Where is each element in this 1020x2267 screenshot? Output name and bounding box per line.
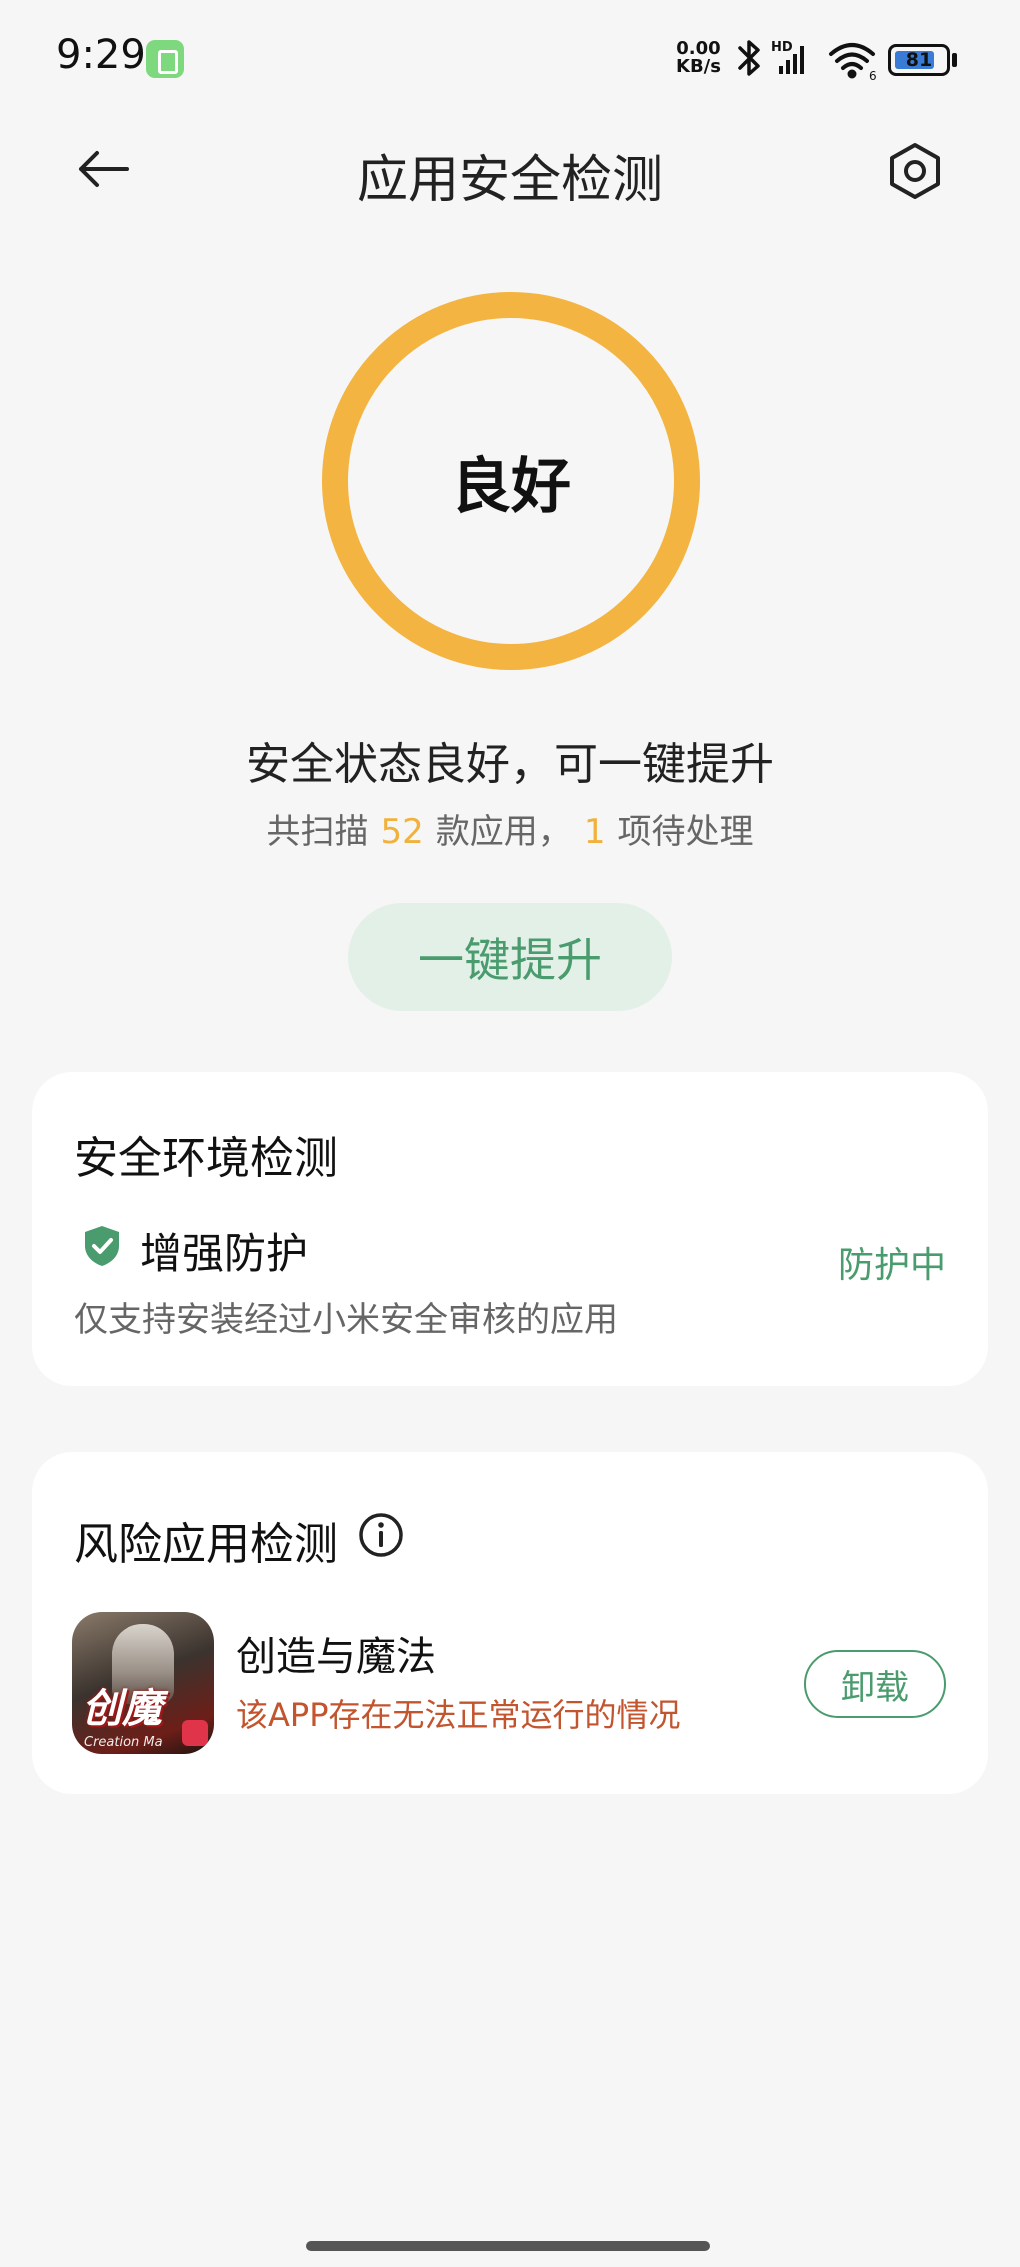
- app-icon-logo-text: 创魔: [82, 1686, 162, 1732]
- network-speed-unit: KB/s: [676, 56, 721, 77]
- network-speed: 0.00 KB/s: [676, 40, 721, 76]
- risk-app-name: 创造与魔法: [236, 1634, 436, 1680]
- security-score-ring: 良好: [322, 292, 700, 670]
- battery-level: 81: [905, 49, 933, 71]
- scan-summary: 共扫描 52 款应用， 1 项待处理: [0, 804, 1020, 853]
- scan-summary-prefix: 共扫描: [266, 812, 369, 852]
- risk-app-card: 风险应用检测 创魔 Creation Ma 创造与魔法 该APP存在无法正常运行…: [32, 1452, 988, 1794]
- pending-count: 1: [583, 812, 606, 852]
- security-environment-card: 安全环境检测 增强防护 仅支持安装经过小米安全审核的应用 防护中: [32, 1072, 988, 1386]
- status-icons: HD 6: [738, 40, 877, 82]
- one-click-upgrade-button[interactable]: 一键提升: [348, 903, 672, 1011]
- hd-signal-icon: HD: [771, 40, 804, 74]
- status-time: 9:29: [56, 32, 146, 78]
- page-title: 应用安全检测: [356, 151, 663, 210]
- battery-icon: 81: [888, 44, 950, 76]
- svg-text:HD: HD: [771, 40, 793, 55]
- protection-status[interactable]: 防护中: [838, 1236, 946, 1288]
- risk-app-warning: 该APP存在无法正常运行的情况: [236, 1696, 681, 1734]
- risk-card-title: 风险应用检测: [74, 1519, 338, 1570]
- home-indicator[interactable]: [306, 2241, 710, 2251]
- scan-summary-middle: 款应用，: [435, 812, 572, 852]
- bluetooth-icon: [738, 40, 760, 76]
- app-notification-icon: [146, 40, 184, 78]
- settings-gear-icon: [890, 143, 940, 199]
- status-bar: 9:29 0.00 KB/s HD 6 81: [0, 0, 1020, 120]
- env-card-title: 安全环境检测: [74, 1133, 338, 1184]
- wifi-icon: 6: [829, 43, 877, 82]
- enhanced-protection-title: 增强防护: [140, 1229, 309, 1278]
- uninstall-button[interactable]: 卸载: [804, 1650, 946, 1718]
- app-icon-badge: [182, 1720, 208, 1746]
- security-check-page: 9:29 0.00 KB/s HD 6 81 应用安全检测 良好 安全状态良好，…: [0, 0, 1020, 2267]
- app-icon-creation-magic: 创魔 Creation Ma: [72, 1612, 214, 1754]
- settings-button[interactable]: [878, 134, 952, 208]
- shield-check-icon: [85, 1226, 119, 1266]
- scan-summary-suffix: 项待处理: [617, 812, 754, 852]
- info-icon[interactable]: [358, 1512, 404, 1558]
- app-icon-subtext: Creation Ma: [84, 1735, 163, 1750]
- scanned-app-count: 52: [380, 812, 424, 852]
- summary-title: 安全状态良好，可一键提升: [246, 739, 774, 790]
- svg-text:6: 6: [869, 69, 877, 82]
- battery-cap: [952, 53, 957, 67]
- enhanced-protection-desc: 仅支持安装经过小米安全审核的应用: [74, 1300, 618, 1340]
- security-score-label: 良好: [451, 451, 571, 522]
